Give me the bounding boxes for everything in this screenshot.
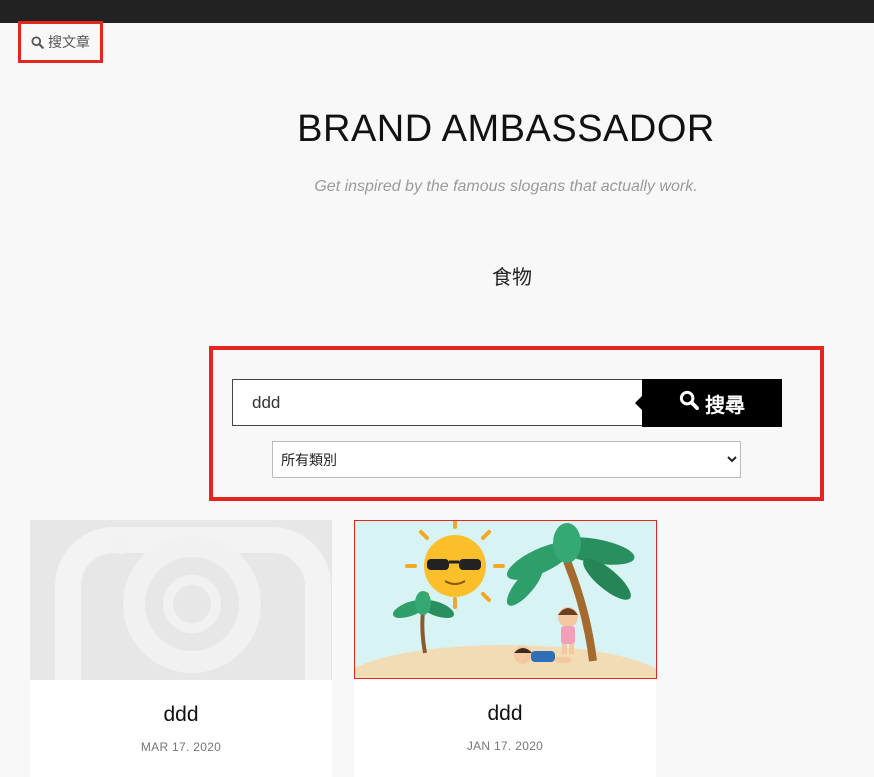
search-form: 搜尋 所有類別 [209,346,824,501]
search-button[interactable]: 搜尋 [635,379,782,427]
site-tagline: Get inspired by the famous slogans that … [314,178,698,195]
search-toggle-button[interactable]: 搜文章 [18,21,103,63]
post-title[interactable]: ddd [30,703,332,727]
search-icon [31,35,44,49]
search-button-label: 搜尋 [705,394,745,417]
post-date: MAR 17. 2020 [140,740,222,754]
search-toggle-label: 搜文章 [48,34,90,50]
category-title: 食物 [492,267,532,289]
post-thumbnail[interactable] [354,520,657,679]
post-date: JAN 17. 2020 [466,739,544,753]
category-select[interactable]: 所有類別 [272,441,741,478]
post-thumbnail[interactable] [30,520,332,680]
top-bar [0,0,874,23]
post-title[interactable]: ddd [354,702,656,726]
post-card[interactable]: ddd MAR 17. 2020 [30,520,332,777]
post-card[interactable]: ddd JAN 17. 2020 [354,520,657,777]
search-input[interactable] [232,379,643,426]
beach-illustration-image [355,521,656,678]
search-icon [679,390,699,416]
site-title: BRAND AMBASSADOR [297,108,715,150]
camera-placeholder-image [30,520,332,680]
